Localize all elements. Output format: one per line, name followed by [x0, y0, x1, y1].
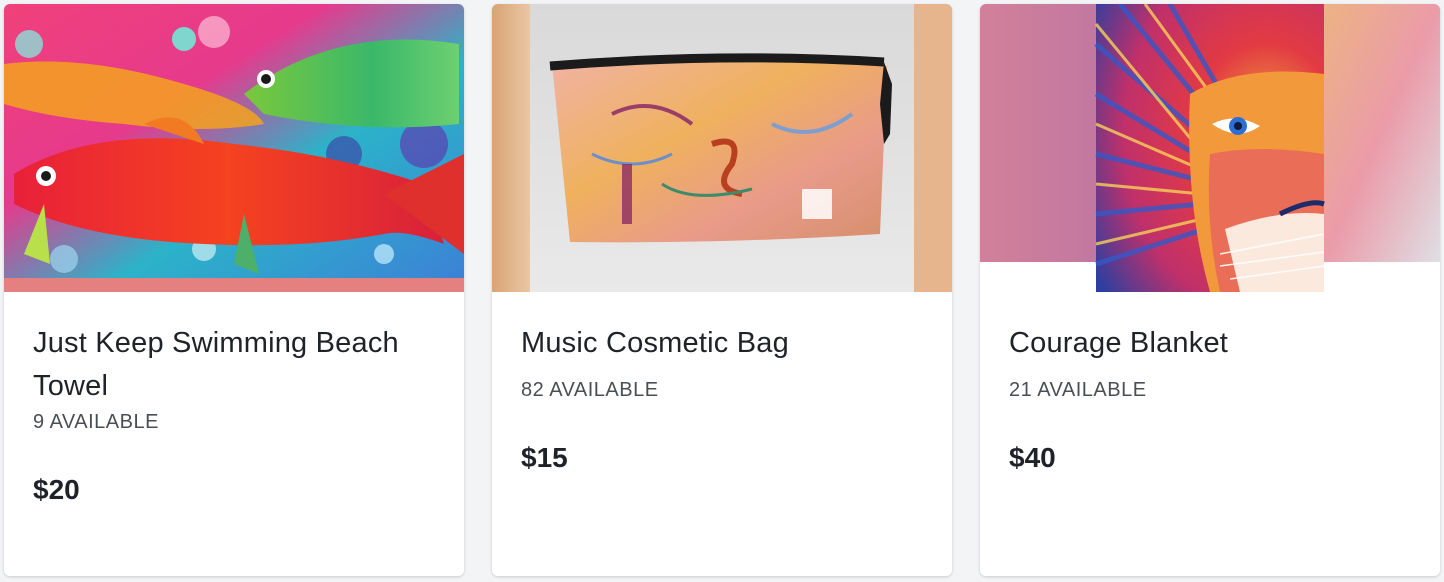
- product-image-fish[interactable]: [4, 4, 464, 292]
- availability-label: 82 AVAILABLE: [521, 379, 659, 401]
- price-label: $20: [33, 474, 80, 505]
- cosmetic-bag-image: [492, 4, 952, 292]
- product-image-lion[interactable]: [980, 4, 1440, 292]
- product-image-bag[interactable]: [492, 4, 952, 292]
- product-card[interactable]: Courage Blanket 21 AVAILABLE $40: [980, 4, 1440, 576]
- fish-artwork-image: [4, 4, 464, 292]
- product-grid: Just Keep Swimming Beach Towel 9 AVAILAB…: [4, 4, 1440, 576]
- price-label: $15: [521, 442, 568, 473]
- product-card[interactable]: Music Cosmetic Bag 82 AVAILABLE $15: [492, 4, 952, 576]
- price-label: $40: [1009, 442, 1056, 473]
- product-card[interactable]: Just Keep Swimming Beach Towel 9 AVAILAB…: [4, 4, 464, 576]
- product-title[interactable]: Just Keep Swimming Beach Towel: [33, 322, 435, 408]
- availability-label: 9 AVAILABLE: [33, 411, 159, 433]
- product-title[interactable]: Courage Blanket: [1009, 322, 1411, 365]
- lion-artwork-image: [980, 4, 1440, 292]
- availability-label: 21 AVAILABLE: [1009, 379, 1147, 401]
- product-title[interactable]: Music Cosmetic Bag: [521, 322, 923, 365]
